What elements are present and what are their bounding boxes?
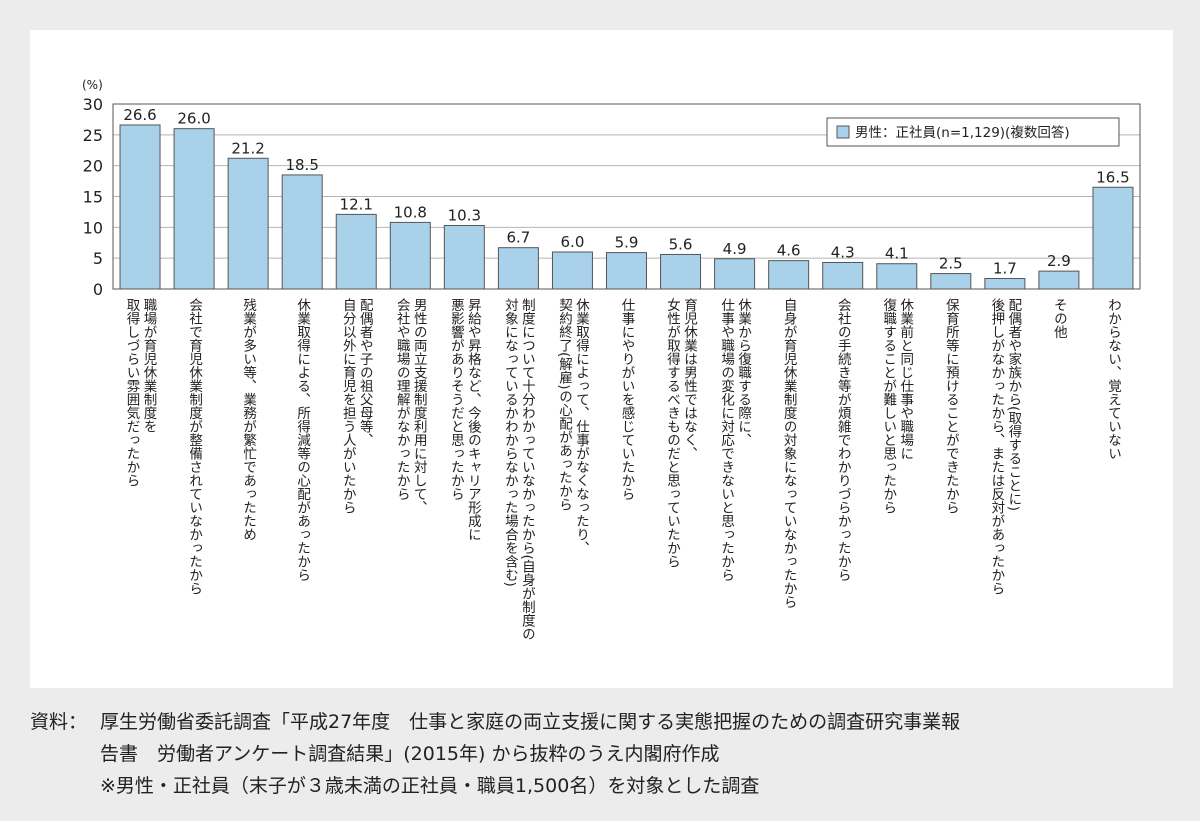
legend-swatch <box>836 125 850 139</box>
data-label: 18.5 <box>285 156 318 174</box>
bar <box>227 157 269 290</box>
category-label: 休業取得によって、仕事がなくなったり、 <box>573 298 590 555</box>
category-label: 自分以外に育児を担う人がいたから <box>340 298 357 515</box>
category-label: 対象になっているかわからなかった場合を含む) <box>502 298 519 587</box>
category-label: 後押しがなかったから、または反対があったから <box>988 298 1005 596</box>
category-label: 配偶者や家族から(取得することに) <box>1005 298 1022 511</box>
legend-label: 男性：正社員(n=1,129)(複数回答) <box>855 124 1070 141</box>
bar <box>119 124 161 290</box>
data-label: 6.7 <box>506 229 530 247</box>
category-label: 残業が多い等、業務が繁忙であったため <box>240 298 257 542</box>
bar <box>443 224 485 290</box>
y-unit-label: (%) <box>82 78 103 92</box>
y-tick-label: 5 <box>93 249 103 268</box>
bar <box>1038 270 1080 290</box>
bar <box>551 251 593 290</box>
bar <box>173 128 215 290</box>
data-label: 26.6 <box>123 106 156 124</box>
category-label: 会社や職場の理解がなかったから <box>394 298 411 501</box>
bar <box>1092 186 1134 290</box>
chart-card: 0 5 10 15 20 25 30 (%) 26.6 職場が育児休業制度を 取得しづらい雰囲気だっ… <box>30 30 1173 688</box>
category-label: 休業取得による、所得減等の心配があったから <box>294 298 311 582</box>
bar-chart: 0 5 10 15 20 25 30 (%) 26.6 職場が育児休業制度を取得しづらい雰囲気だっ… <box>82 78 1141 641</box>
category-label: 休業前と同じ仕事や職場に <box>897 298 914 460</box>
y-tick-label: 25 <box>83 126 103 145</box>
category-label: 悪影響がありそうだと思ったから <box>448 298 465 501</box>
data-label: 6.0 <box>561 233 585 251</box>
bar <box>768 260 810 290</box>
source-line-3: ※男性・正社員（末子が３歳未満の正社員・職員1,500名）を対象とした調査 <box>100 775 760 797</box>
data-label: 10.3 <box>448 206 481 224</box>
category-label: 保育所等に預けることができたから <box>943 298 960 515</box>
data-label: 5.9 <box>615 234 639 252</box>
category-label: 職場が育児休業制度を <box>141 298 158 433</box>
category-label: 会社で育児休業制度が整備されていなかったから <box>186 298 203 596</box>
y-tick-label: 15 <box>83 188 103 207</box>
source-line-2: 告書 労働者アンケート調査結果」(2015年) から抜粋のうえ内閣府作成 <box>100 743 720 765</box>
bar <box>984 278 1026 290</box>
bar <box>335 213 377 290</box>
category-label: 配偶者や子の祖父母等、 <box>357 298 374 447</box>
source-label: 資料： <box>30 711 88 733</box>
y-tick-label: 10 <box>83 218 103 237</box>
data-label: 5.6 <box>669 235 693 253</box>
y-tick-label: 0 <box>93 280 103 299</box>
data-label: 21.2 <box>231 139 264 157</box>
data-label: 12.1 <box>340 195 373 213</box>
category-label: 会社の手続き等が煩雑でわかりづらかったから <box>835 298 852 582</box>
category-label: 制度について十分わかっていなかったから(自身が制度の <box>519 298 536 641</box>
category-label: 休業から復職する際に、 <box>735 298 752 447</box>
bar <box>714 258 756 290</box>
category-label: 男性の両立支援制度利用に対して、 <box>411 298 428 514</box>
category-label: 仕事や職場の変化に対応できないと思ったから <box>718 298 735 582</box>
bar <box>822 261 864 290</box>
data-label: 10.8 <box>394 203 427 221</box>
bar <box>876 263 918 290</box>
category-label: 女性が取得するべきものだと思っていたから <box>664 297 681 569</box>
source-note: 資料： 厚生労働省委託調査「平成27年度 仕事と家庭の両立支援に関する実態把握のた… <box>30 706 1180 802</box>
bar <box>389 221 431 290</box>
category-label: 復職することが難しいと思ったから <box>880 297 897 515</box>
category-label: わからない、覚えていない <box>1105 298 1122 460</box>
data-label: 2.5 <box>939 255 963 273</box>
category-label: 自身が育児休業制度の対象になっていなかったから <box>781 298 798 609</box>
bar <box>930 273 972 290</box>
data-label: 4.3 <box>831 243 855 261</box>
data-label: 16.5 <box>1096 168 1129 186</box>
data-label: 4.1 <box>885 245 909 263</box>
category-label: その他 <box>1051 298 1068 340</box>
bar <box>497 247 539 290</box>
y-tick-label: 20 <box>83 157 103 176</box>
data-label: 26.0 <box>177 110 210 128</box>
category-label: 育児休業は男性ではなく、 <box>681 298 698 460</box>
bar <box>660 253 702 290</box>
data-label: 4.9 <box>723 240 747 258</box>
bar <box>281 174 323 290</box>
source-line-1: 厚生労働省委託調査「平成27年度 仕事と家庭の両立支援に関する実態把握のための調… <box>100 711 961 733</box>
bar <box>606 252 647 290</box>
category-label: 仕事にやりがいを感じていたから <box>619 298 636 501</box>
category-label: 契約終了(解雇)の心配があったから <box>556 298 573 512</box>
data-label: 1.7 <box>993 260 1017 278</box>
y-tick-label: 30 <box>83 95 103 114</box>
data-label: 4.6 <box>777 242 801 260</box>
category-label: 取得しづらい雰囲気だったから <box>124 298 141 487</box>
data-label: 2.9 <box>1047 252 1071 270</box>
category-label: 昇給や昇格など、今後のキャリア形成に <box>465 298 482 541</box>
